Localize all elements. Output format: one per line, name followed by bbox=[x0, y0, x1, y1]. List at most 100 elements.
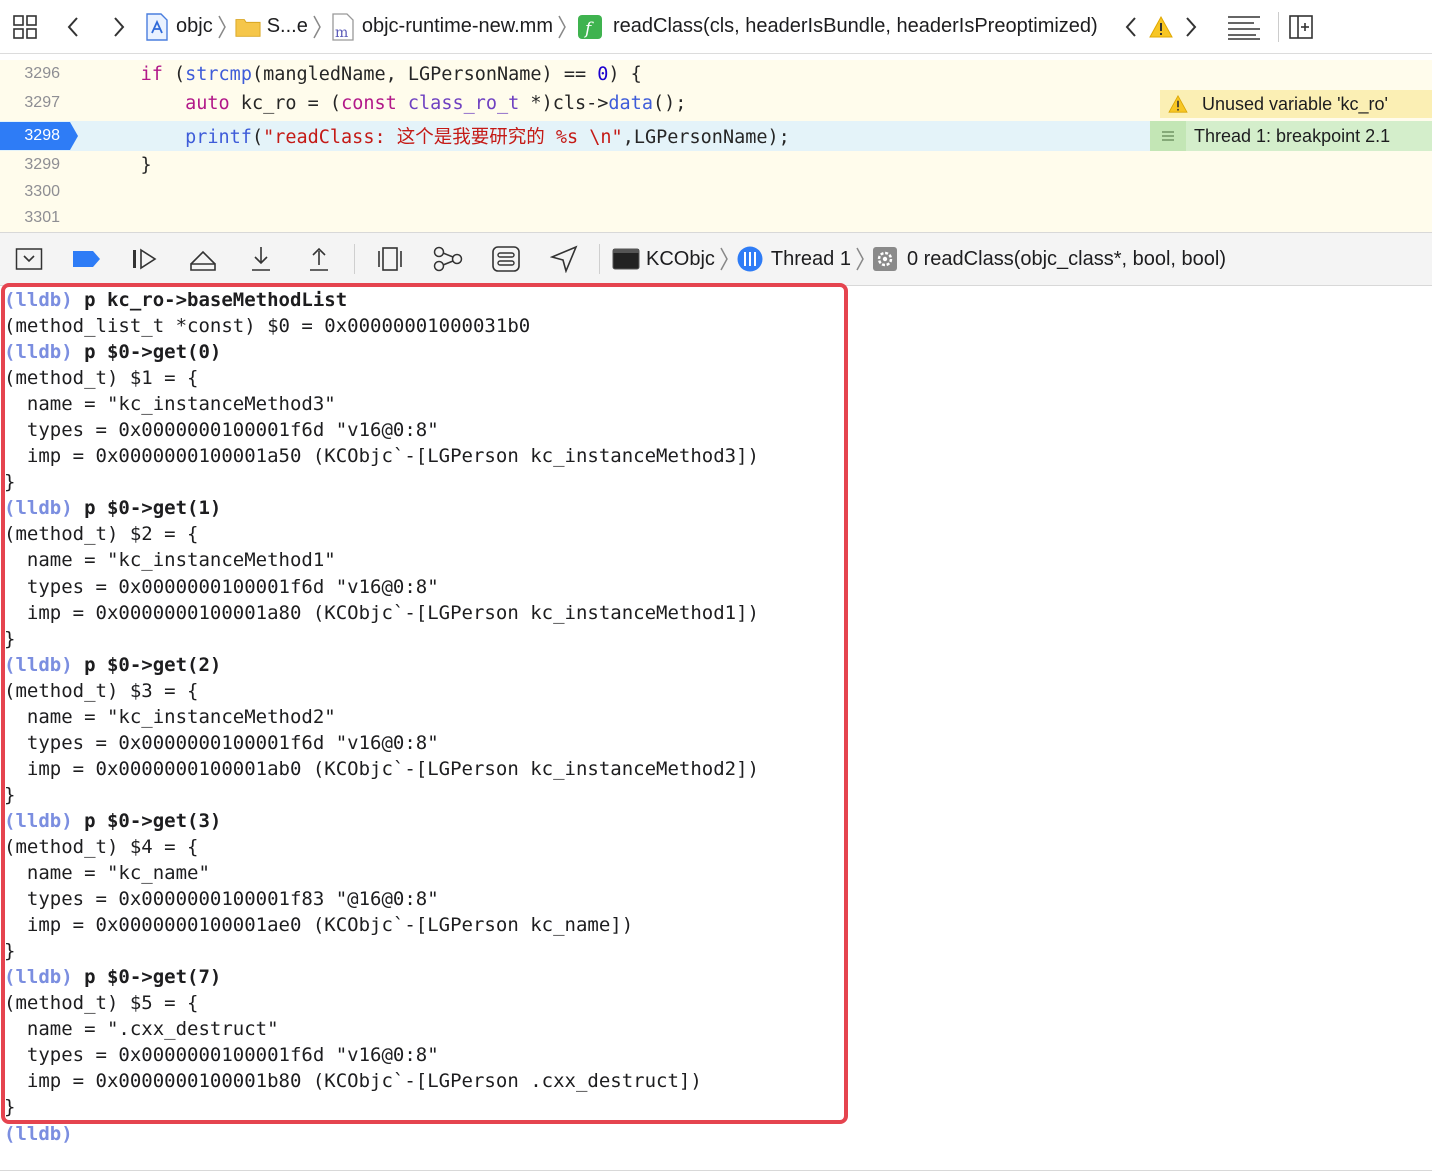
console-output-line: name = "kc_instanceMethod1" bbox=[4, 547, 759, 573]
code-text: auto kc_ro = (const class_ro_t *)cls->da… bbox=[96, 93, 686, 114]
breadcrumb-separator-icon bbox=[553, 0, 571, 54]
code-line[interactable]: 3299 } bbox=[0, 151, 1432, 179]
code-token: *)cls-> bbox=[519, 92, 609, 114]
line-number: 3298 bbox=[24, 127, 60, 144]
console-text: } bbox=[4, 471, 16, 494]
frame-gear-icon bbox=[869, 232, 901, 286]
step-out-icon[interactable] bbox=[290, 232, 348, 286]
warning-annotation[interactable]: Unused variable 'kc_ro' bbox=[1160, 90, 1432, 118]
toolbar-divider bbox=[354, 244, 355, 274]
source-editor[interactable]: 3296 if (strcmp(mangledName, LGPersonNam… bbox=[0, 60, 1432, 232]
breadcrumb-function[interactable]: readClass(cls, headerIsBundle, headerIsP… bbox=[613, 15, 1098, 38]
debug-bar: KCObjc Thread 1 0 readClass(objc_class*,… bbox=[0, 232, 1432, 286]
line-number: 3296 bbox=[24, 65, 60, 82]
console-output-line: types = 0x0000000100001f6d "v16@0:8" bbox=[4, 574, 759, 600]
next-issue-icon[interactable] bbox=[1176, 0, 1206, 54]
console-text: types = 0x0000000100001f6d "v16@0:8" bbox=[4, 1044, 439, 1067]
function-f-icon: f bbox=[575, 0, 605, 54]
console-output-line: } bbox=[4, 626, 759, 652]
warning-text: Unused variable 'kc_ro' bbox=[1202, 93, 1388, 114]
code-token: ( bbox=[162, 63, 186, 85]
code-token: class_ro_t bbox=[407, 92, 520, 114]
console-text: imp = 0x0000000100001a50 (KCObjc`-[LGPer… bbox=[4, 445, 759, 468]
code-token: const bbox=[341, 92, 397, 114]
debug-thread[interactable]: Thread 1 bbox=[771, 248, 851, 271]
lines-icon[interactable] bbox=[1222, 0, 1266, 54]
breakpoint-toggle-icon[interactable] bbox=[58, 232, 116, 286]
console-text: (method_t) $4 = { bbox=[4, 835, 199, 858]
console-output-line: imp = 0x0000000100001ab0 (KCObjc`-[LGPer… bbox=[4, 756, 759, 782]
code-line[interactable]: 3296 if (strcmp(mangledName, LGPersonNam… bbox=[0, 60, 1432, 88]
console-text: name = "kc_instanceMethod3" bbox=[4, 393, 336, 416]
folder-icon bbox=[235, 0, 261, 54]
debug-target[interactable]: KCObjc bbox=[646, 248, 715, 271]
code-text: } bbox=[96, 155, 152, 176]
code-token: if bbox=[140, 63, 163, 85]
debug-console[interactable]: (lldb) p kc_ro->baseMethodList (method_li… bbox=[0, 287, 1432, 1147]
lldb-prompt: (lldb) bbox=[4, 289, 73, 311]
memory-graph-icon[interactable] bbox=[419, 232, 477, 286]
breadcrumb-group[interactable]: S...e bbox=[267, 15, 308, 38]
console-output-line: name = ".cxx_destruct" bbox=[4, 1016, 759, 1042]
warning-icon[interactable] bbox=[1146, 0, 1176, 54]
console-command-line: (lldb) p $0->get(7) bbox=[4, 964, 759, 990]
console-output-line: name = "kc_instanceMethod3" bbox=[4, 391, 759, 417]
hide-console-icon[interactable] bbox=[0, 232, 58, 286]
continue-icon[interactable] bbox=[116, 232, 174, 286]
console-output-line: name = "kc_instanceMethod2" bbox=[4, 704, 759, 730]
console-output-line: name = "kc_name" bbox=[4, 860, 759, 886]
view-hierarchy-icon[interactable] bbox=[361, 232, 419, 286]
code-token: auto bbox=[185, 92, 230, 114]
breadcrumb-separator-icon bbox=[308, 0, 326, 54]
console-text: name = "kc_name" bbox=[4, 862, 210, 885]
console-text: (method_t) $5 = { bbox=[4, 992, 199, 1015]
lldb-command: p $0->get(7) bbox=[72, 966, 222, 989]
console-text: (method_t) $3 = { bbox=[4, 679, 199, 702]
console-output-line: } bbox=[4, 469, 759, 495]
console-text: } bbox=[4, 783, 16, 806]
terminal-icon bbox=[606, 232, 646, 286]
console-output-line: imp = 0x0000000100001a50 (KCObjc`-[LGPer… bbox=[4, 443, 759, 469]
environment-icon[interactable] bbox=[477, 232, 535, 286]
prev-issue-icon[interactable] bbox=[1116, 0, 1146, 54]
console-command-line: (lldb) p $0->get(3) bbox=[4, 808, 759, 834]
breadcrumb-file[interactable]: objc-runtime-new.mm bbox=[362, 15, 553, 38]
add-editor-icon[interactable] bbox=[1279, 0, 1323, 54]
grid-icon[interactable] bbox=[0, 0, 50, 54]
step-into-icon[interactable] bbox=[232, 232, 290, 286]
console-output-line: types = 0x0000000100001f83 "@16@0:8" bbox=[4, 886, 759, 912]
lldb-command: p $0->get(0) bbox=[72, 341, 222, 364]
file-m-icon: m bbox=[330, 0, 356, 54]
step-over-icon[interactable] bbox=[174, 232, 232, 286]
breadcrumb-project[interactable]: objc bbox=[176, 15, 213, 38]
back-chevron-icon[interactable] bbox=[50, 0, 96, 54]
code-token: ( bbox=[251, 127, 264, 148]
console-output-line: types = 0x0000000100001f6d "v16@0:8" bbox=[4, 730, 759, 756]
svg-text:m: m bbox=[335, 25, 348, 41]
lldb-command: p $0->get(2) bbox=[72, 653, 222, 676]
toolbar-divider bbox=[599, 244, 600, 274]
console-text: types = 0x0000000100001f83 "@16@0:8" bbox=[4, 888, 439, 911]
code-line[interactable]: 3298 printf("readClass: 这个是我要研究的 %s \n",… bbox=[0, 121, 1150, 151]
forward-chevron-icon[interactable] bbox=[96, 0, 142, 54]
location-icon[interactable] bbox=[535, 232, 593, 286]
code-token: kc_ro = ( bbox=[229, 92, 342, 114]
console-command-line: (lldb) p $0->get(0) bbox=[4, 339, 759, 365]
console-text: } bbox=[4, 940, 16, 963]
console-text: name = ".cxx_destruct" bbox=[4, 1018, 279, 1041]
breadcrumb-separator-icon bbox=[851, 246, 869, 272]
code-token: data bbox=[608, 92, 653, 114]
warning-icon bbox=[1160, 90, 1196, 118]
code-line[interactable]: 3301 bbox=[0, 204, 1432, 232]
lldb-prompt: (lldb) bbox=[4, 653, 73, 676]
code-line[interactable]: 3300 bbox=[0, 178, 1432, 206]
code-token: (mangledName, LGPersonName) == bbox=[251, 63, 598, 85]
console-command-line: (lldb) p kc_ro->baseMethodList bbox=[4, 287, 759, 313]
debug-frame[interactable]: 0 readClass(objc_class*, bool, bool) bbox=[907, 248, 1226, 271]
code-token: printf bbox=[185, 127, 252, 148]
console-output-line: (method_t) $2 = { bbox=[4, 521, 759, 547]
breakpoint-annotation[interactable]: Thread 1: breakpoint 2.1 bbox=[1150, 121, 1432, 151]
breadcrumb-separator-icon bbox=[715, 246, 733, 272]
